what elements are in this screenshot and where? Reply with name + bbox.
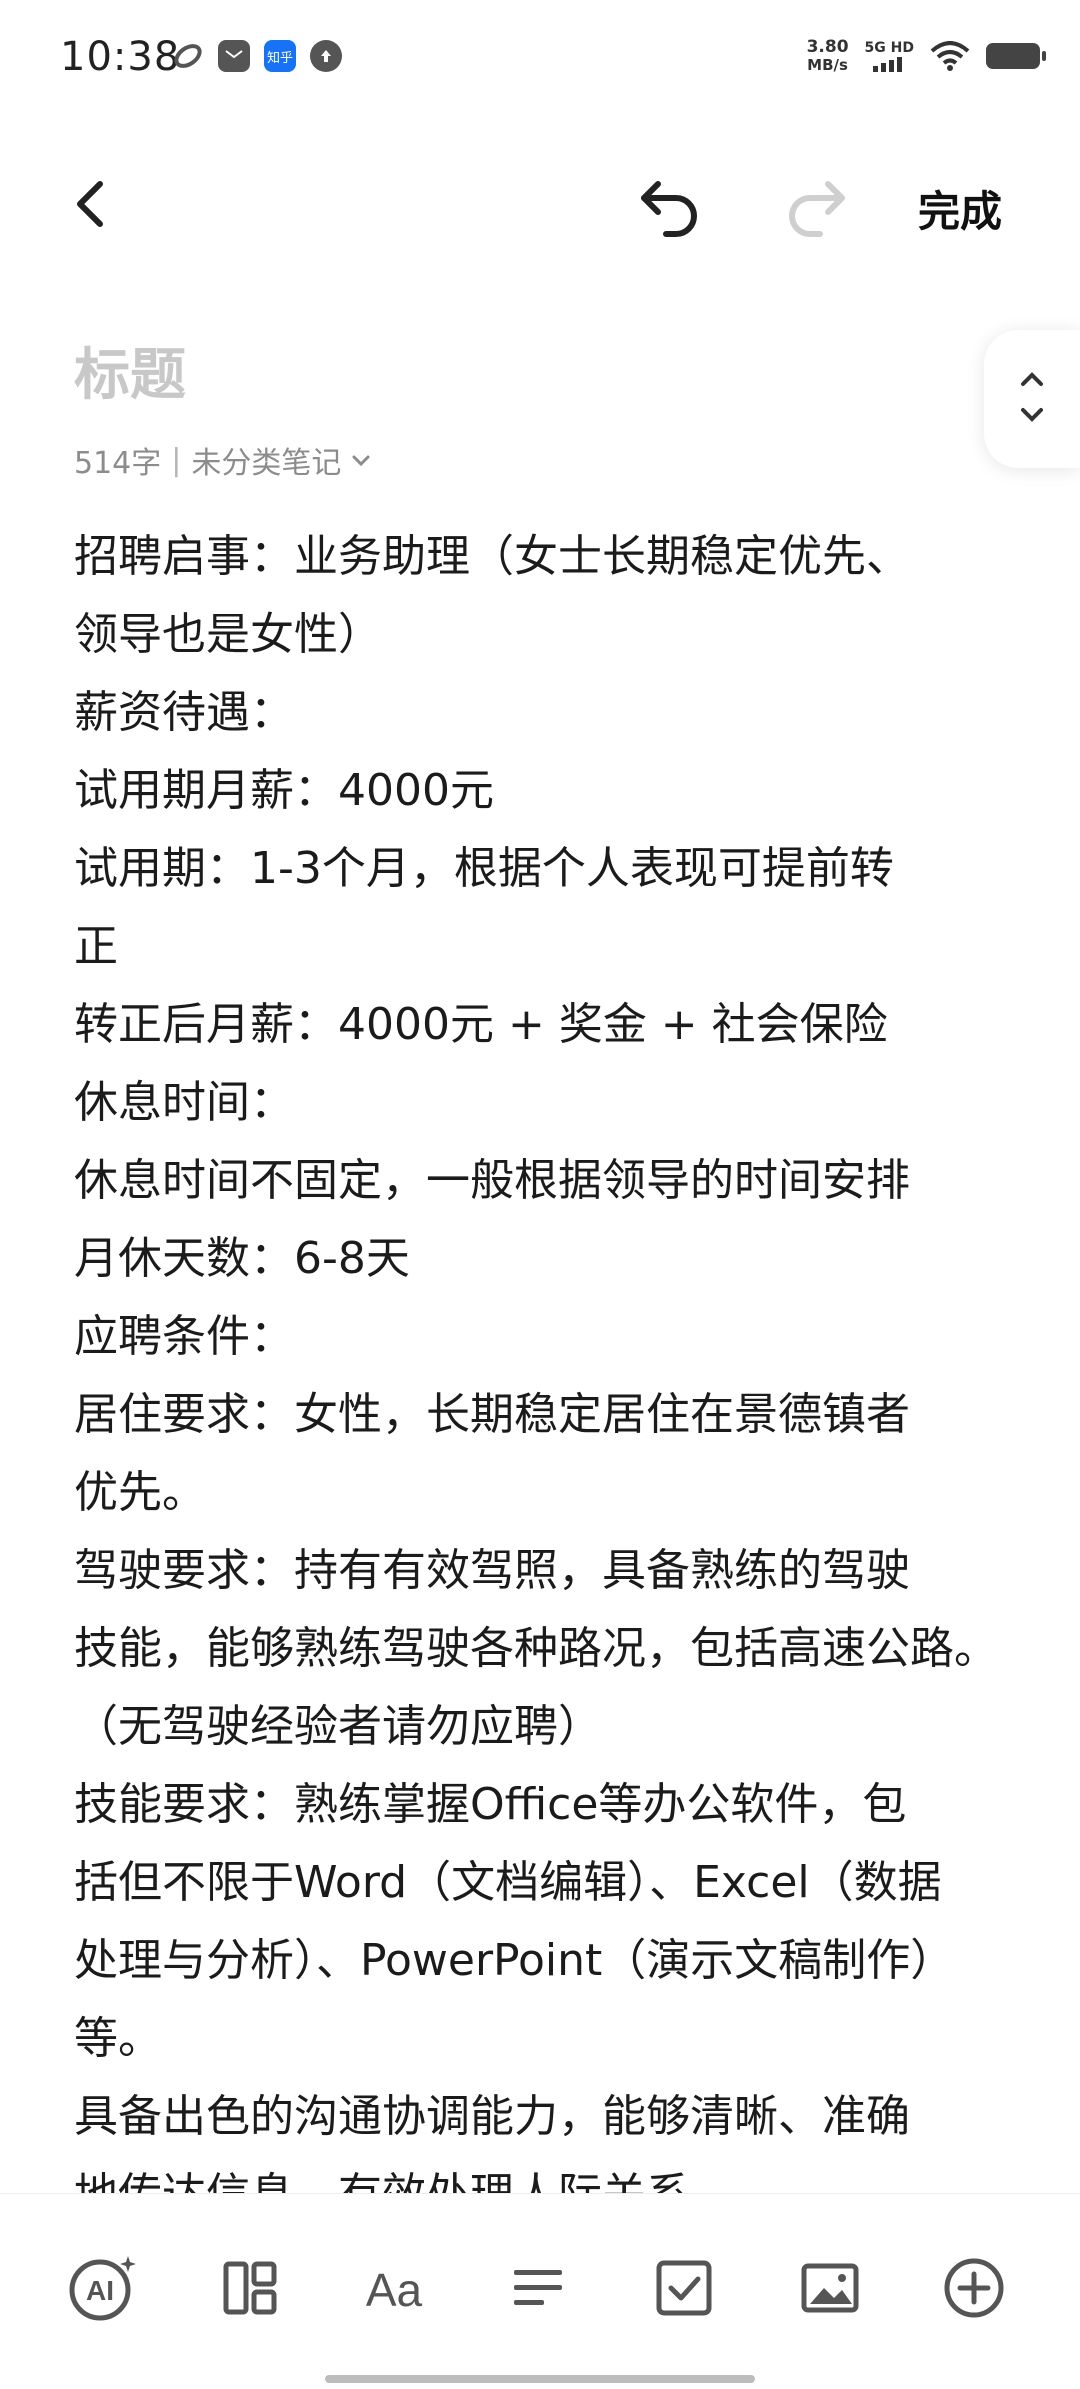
text-format-icon: Aa: [366, 2264, 423, 2316]
scroll-nav: [984, 330, 1080, 468]
done-button[interactable]: 完成: [918, 178, 1002, 239]
category-label: 未分类笔记: [191, 446, 342, 481]
title-field[interactable]: 标题: [74, 330, 186, 411]
note-meta: 514字 | 未分类笔记: [74, 438, 373, 482]
note-line: 领导也是女性）: [74, 609, 382, 660]
note-line: 试用期月薪：4000元: [74, 765, 494, 816]
chevron-down-icon: [1021, 408, 1043, 422]
note-line: 休息时间：: [74, 1077, 294, 1128]
note-line: 地传达信息，有效处理人际关系。: [74, 2156, 1014, 2193]
note-line: 优先。: [74, 1467, 206, 1518]
char-count: 514字: [74, 446, 162, 481]
note-line: 技能要求：熟练掌握Office等办公软件，包: [74, 1779, 907, 1830]
layout-button[interactable]: [214, 2252, 286, 2324]
meta-separator: |: [171, 442, 182, 478]
message-icon: [218, 40, 250, 72]
back-button[interactable]: [62, 174, 122, 234]
note-line: （无驾驶经验者请勿应聘）: [74, 1701, 602, 1752]
zhihu-icon: 知乎: [264, 40, 296, 72]
note-body[interactable]: 招聘启事：业务助理（女士长期稳定优先、 领导也是女性） 薪资待遇： 试用期月薪：…: [74, 518, 1014, 2193]
redo-icon: [789, 181, 845, 237]
note-line: 等。: [74, 2013, 162, 2064]
note-line: 薪资待遇：: [74, 687, 294, 738]
layout-template-icon: [223, 2261, 277, 2315]
note-line: 休息时间不固定，一般根据领导的时间安排: [74, 1155, 910, 1206]
note-line: 转正后月薪：4000元 + 奖金 + 社会保险: [74, 999, 888, 1050]
signal-icon: [873, 57, 903, 72]
checklist-button[interactable]: [648, 2252, 720, 2324]
note-line: 处理与分析）、PowerPoint（演示文稿制作）: [74, 1935, 955, 1986]
text-format-button[interactable]: Aa: [358, 2252, 430, 2324]
note-line: 括但不限于Word（文档编辑）、Excel（数据: [74, 1857, 942, 1908]
note-line: 招聘启事：业务助理（女士长期稳定优先、: [74, 531, 910, 582]
note-line: 应聘条件：: [74, 1311, 294, 1362]
category-selector[interactable]: 未分类笔记: [191, 438, 373, 482]
svg-text:AI: AI: [86, 2275, 114, 2306]
ai-assistant-icon: AI: [69, 2256, 136, 2321]
wifi-icon: [930, 41, 970, 71]
note-line: 具备出色的沟通协调能力，能够清晰、准确: [74, 2091, 910, 2142]
upload-icon: [310, 40, 342, 72]
insert-image-button[interactable]: [794, 2252, 866, 2324]
note-line: 试用期：1-3个月，根据个人表现可提前转: [74, 843, 894, 894]
network-speed: 3.80 MB/s: [806, 37, 849, 74]
undo-icon: [641, 181, 697, 237]
svg-text:Aa: Aa: [366, 2264, 423, 2316]
ai-assistant-button[interactable]: AI: [68, 2252, 140, 2324]
insert-more-button[interactable]: [938, 2252, 1010, 2324]
paragraph-button[interactable]: [502, 2252, 574, 2324]
image-icon: [801, 2263, 859, 2313]
scroll-up-button[interactable]: [1018, 369, 1046, 393]
redo-button[interactable]: [780, 170, 850, 240]
chevron-left-icon: [77, 181, 103, 227]
checkbox-icon: [656, 2260, 712, 2316]
chevron-down-icon: [352, 455, 370, 467]
status-bar: 10:38 知乎 3.80 MB/s 5G HD: [0, 0, 1080, 120]
note-line: 正: [74, 921, 118, 972]
undo-button[interactable]: [636, 170, 706, 240]
note-line: 技能，能够熟练驾驶各种路况，包括高速公路。: [74, 1623, 998, 1674]
scroll-down-button[interactable]: [1018, 405, 1046, 429]
network-type: 5G HD: [864, 40, 914, 56]
home-indicator[interactable]: [325, 2375, 755, 2383]
chevron-up-icon: [1021, 372, 1043, 386]
app-swirl-icon: [172, 40, 204, 72]
paragraph-align-icon: [514, 2270, 562, 2305]
battery-icon: [986, 43, 1046, 69]
format-toolbar: AI Aa: [0, 2193, 1080, 2389]
editor-toolbar: 完成: [0, 150, 1080, 260]
note-line: 月休天数：6-8天: [74, 1233, 410, 1284]
note-line: 驾驶要求：持有有效驾照，具备熟练的驾驶: [74, 1545, 910, 1596]
status-time: 10:38: [60, 34, 181, 80]
add-circle-icon: [944, 2258, 1004, 2318]
note-line: 居住要求：女性，长期稳定居住在景德镇者: [74, 1389, 910, 1440]
